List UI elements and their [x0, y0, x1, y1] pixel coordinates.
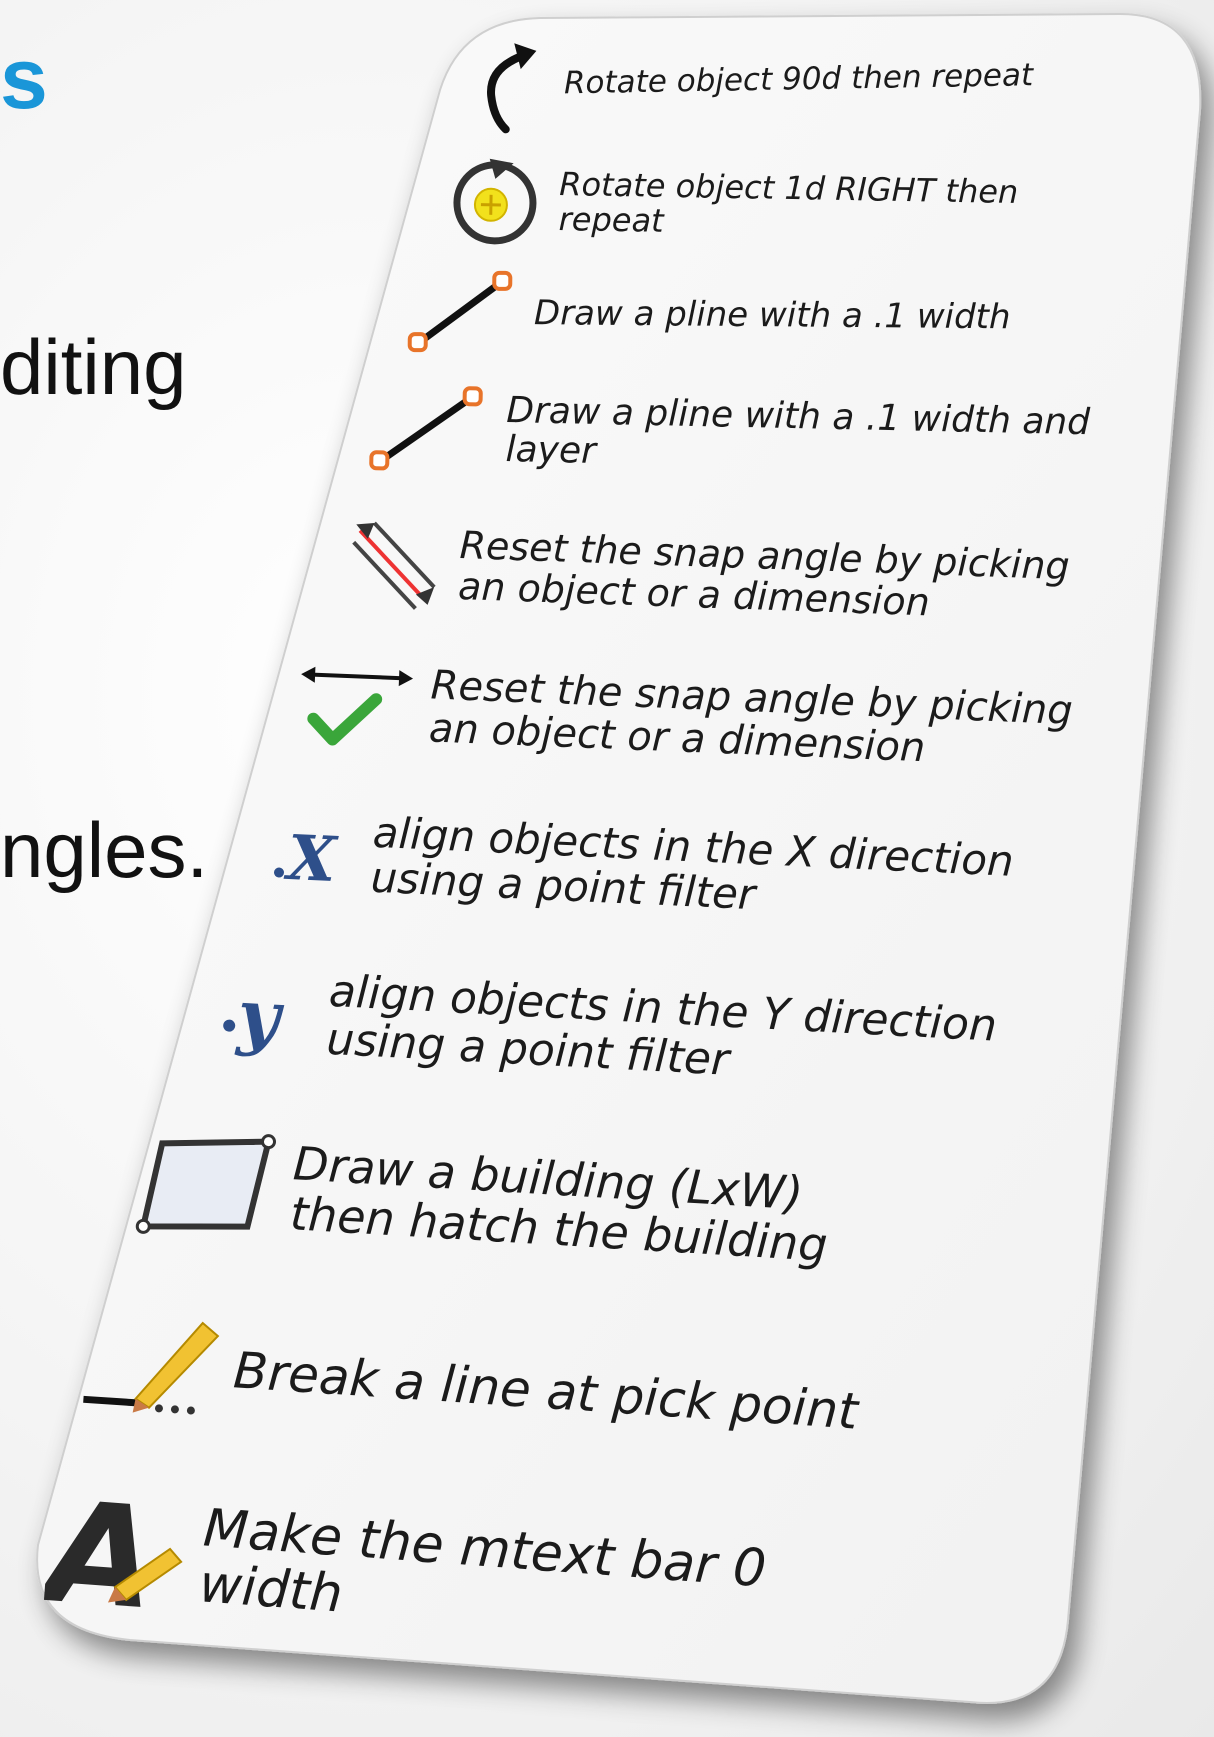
tool-rotate-1d[interactable]: Rotate object 1d RIGHT then repeat	[444, 150, 1100, 261]
tool-label: Draw a pline with a .1 width and layer	[505, 390, 1091, 472]
snap-angle-dimension-icon	[343, 512, 446, 615]
tool-label: Reset the snap angle by picking an objec…	[428, 662, 1074, 772]
rotate-90-icon	[469, 35, 551, 136]
y-filter-icon: y	[215, 955, 317, 1070]
tool-x-filter[interactable]: X align objects in the X direction using…	[266, 800, 1034, 935]
tool-snap-angle-check[interactable]: Reset the snap angle by picking an objec…	[294, 652, 1111, 785]
tool-pline[interactable]: Draw a pline with a .1 width	[400, 262, 1095, 368]
svg-text:X: X	[282, 821, 340, 896]
tool-snap-angle-dimension[interactable]: Reset the snap angle by picking an objec…	[343, 512, 1100, 638]
tool-building[interactable]: Draw a building (LxW) then hatch the bui…	[134, 1120, 914, 1286]
tool-break-line[interactable]: Break a line at pick point	[76, 1295, 937, 1481]
tool-mtext[interactable]: A Make the mtext bar 0 width	[43, 1470, 926, 1684]
building-icon	[134, 1120, 281, 1248]
x-filter-icon: X	[266, 800, 360, 904]
tool-y-filter[interactable]: y align objects in the Y direction using…	[215, 955, 1010, 1106]
tool-label: Reset the snap angle by picking an objec…	[457, 522, 1071, 625]
toolbar-items: Rotate object 90d then repeat Rotate obj…	[0, 0, 1214, 1737]
tool-label: Break a line at pick point	[231, 1341, 860, 1441]
mtext-icon: A	[43, 1470, 194, 1630]
pline-layer-icon	[361, 378, 493, 481]
tool-label: Rotate object 90d then repeat	[563, 57, 1034, 102]
tool-label: Make the mtext bar 0 width	[197, 1498, 769, 1625]
tool-label: align objects in the X direction using a…	[369, 807, 1015, 920]
snap-angle-check-icon	[294, 652, 418, 757]
tool-rotate-90[interactable]: Rotate object 90d then repeat	[469, 25, 1125, 136]
rotate-1d-icon	[444, 150, 546, 252]
toolbar-panel: Rotate object 90d then repeat Rotate obj…	[0, 0, 1214, 1737]
svg-text:y: y	[234, 972, 286, 1059]
break-line-icon	[76, 1295, 224, 1434]
tool-label: Draw a building (LxW) then hatch the bui…	[288, 1136, 830, 1272]
tool-label: align objects in the Y direction using a…	[325, 966, 999, 1086]
svg-text:A: A	[43, 1470, 162, 1630]
tool-pline-layer[interactable]: Draw a pline with a .1 width and layer	[361, 378, 1127, 494]
pline-icon	[400, 262, 521, 363]
tool-label: Rotate object 1d RIGHT then repeat	[558, 165, 1019, 240]
tool-label: Draw a pline with a .1 width	[533, 292, 1011, 337]
